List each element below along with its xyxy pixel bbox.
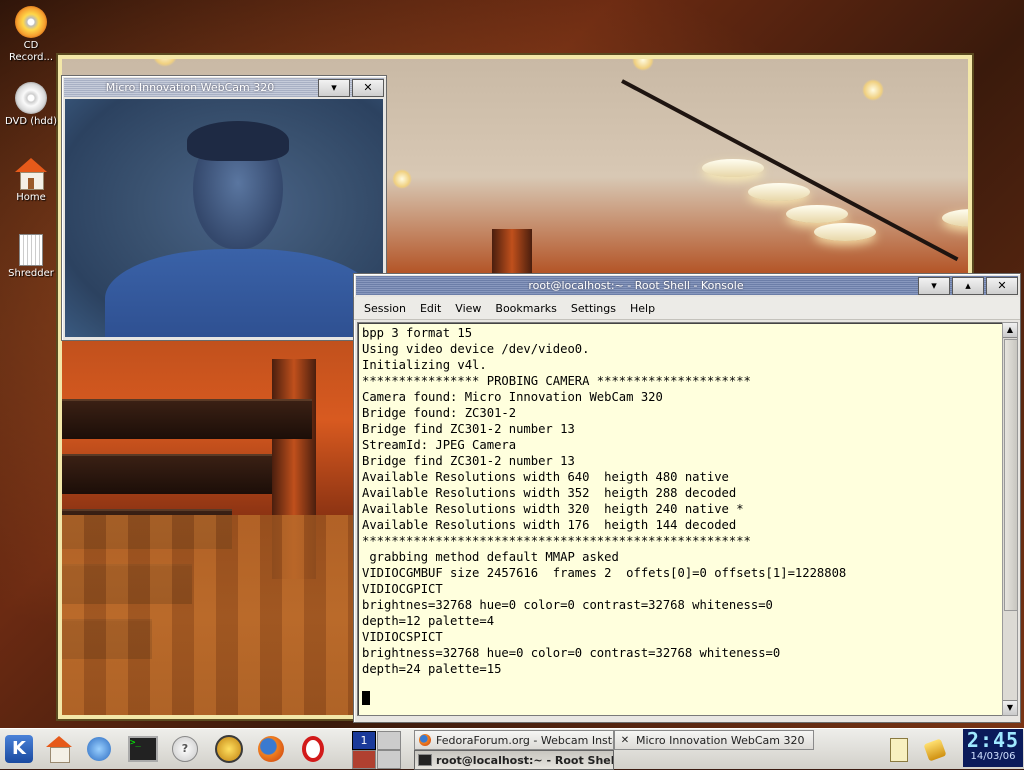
terminal-output[interactable]: bpp 3 format 15 Using video device /dev/…: [357, 322, 1003, 716]
task-fedoraforum[interactable]: FedoraForum.org - Webcam Installat: [414, 730, 614, 750]
menu-edit[interactable]: Edit: [413, 302, 448, 315]
konsole-menubar: Session Edit View Bookmarks Settings Hel…: [354, 297, 1020, 320]
menu-help[interactable]: Help: [623, 302, 662, 315]
desktop-icon-shredder[interactable]: Shredder: [4, 234, 58, 280]
terminal-cursor: [362, 691, 370, 705]
shade-button[interactable]: ▾: [318, 78, 350, 97]
x-icon: ✕: [620, 734, 630, 746]
menu-settings[interactable]: Settings: [564, 302, 623, 315]
clock-time: 2:45: [966, 728, 1020, 752]
firefox-icon: [418, 733, 432, 747]
menu-session[interactable]: Session: [357, 302, 413, 315]
terminal-text: bpp 3 format 15 Using video device /dev/…: [362, 326, 847, 676]
scrollbar-thumb[interactable]: [1004, 339, 1018, 611]
terminal-icon: [418, 753, 432, 767]
home-icon: [15, 158, 47, 190]
desktop-pager[interactable]: 1: [352, 731, 402, 769]
terminal-scrollbar[interactable]: ▲ ▼: [1002, 322, 1018, 716]
desktop-icon-label: DVD (hdd): [4, 116, 58, 127]
task-label: Micro Innovation WebCam 320: [636, 733, 805, 747]
opera-icon[interactable]: [298, 734, 328, 764]
close-button[interactable]: ✕: [352, 78, 384, 97]
task-konsole[interactable]: root@localhost:~ - Root Shell -: [414, 750, 614, 770]
help-icon[interactable]: ?: [170, 734, 200, 764]
pager-desktop-4[interactable]: [377, 750, 401, 769]
desktop-icon-label: Home: [16, 192, 46, 203]
scroll-up-icon[interactable]: ▲: [1003, 323, 1017, 338]
desktop-icon-dvd[interactable]: DVD (hdd): [4, 82, 58, 128]
konsole-titlebar[interactable]: root@localhost:~ - Root Shell - Konsole …: [356, 276, 1018, 295]
task-label: FedoraForum.org - Webcam Installat: [436, 733, 613, 747]
task-label: root@localhost:~ - Root Shell -: [436, 753, 614, 767]
clock[interactable]: 2:45 14/03/06: [963, 729, 1023, 767]
klipper-icon[interactable]: [884, 735, 914, 765]
desktop-icon-label: CD Record...: [8, 40, 54, 63]
desktop-icon-home[interactable]: Home: [4, 158, 58, 204]
maximize-button[interactable]: ▴: [952, 276, 984, 295]
kde-menu-icon[interactable]: K: [4, 734, 34, 764]
task-webcam[interactable]: ✕ Micro Innovation WebCam 320: [614, 730, 814, 750]
clock-date: 14/03/06: [970, 751, 1016, 762]
notification-icon[interactable]: [920, 735, 950, 765]
konsole-window[interactable]: root@localhost:~ - Root Shell - Konsole …: [353, 273, 1021, 723]
taskbar: K >_ ? 1 FedoraForum.org - Webcam Instal…: [0, 728, 1024, 770]
webcam-titlebar[interactable]: Micro Innovation WebCam 320 ▾ ✕: [64, 78, 384, 97]
window-title: root@localhost:~ - Root Shell - Konsole: [528, 279, 744, 292]
settings-icon[interactable]: [214, 734, 244, 764]
desktop-icon-label: Shredder: [8, 268, 54, 279]
minimize-button[interactable]: ▾: [918, 276, 950, 295]
menu-view[interactable]: View: [448, 302, 488, 315]
dvd-icon: [15, 82, 47, 114]
pager-desktop-2[interactable]: [377, 731, 401, 750]
cd-icon: [15, 6, 47, 38]
shredder-icon: [19, 234, 43, 266]
webcam-window[interactable]: Micro Innovation WebCam 320 ▾ ✕: [61, 75, 387, 341]
scroll-down-icon[interactable]: ▼: [1003, 700, 1017, 715]
desktop-icon-cd-recorder[interactable]: CD Record...: [4, 6, 58, 64]
window-title: Micro Innovation WebCam 320: [105, 81, 275, 94]
network-icon[interactable]: [84, 734, 114, 764]
home-icon[interactable]: [44, 734, 74, 764]
terminal-icon[interactable]: >_: [128, 734, 158, 764]
webcam-video-view: [65, 99, 383, 337]
menu-bookmarks[interactable]: Bookmarks: [488, 302, 563, 315]
pager-desktop-3[interactable]: [352, 750, 376, 769]
close-button[interactable]: ✕: [986, 276, 1018, 295]
firefox-icon[interactable]: [256, 734, 286, 764]
pager-desktop-1[interactable]: 1: [352, 731, 376, 750]
